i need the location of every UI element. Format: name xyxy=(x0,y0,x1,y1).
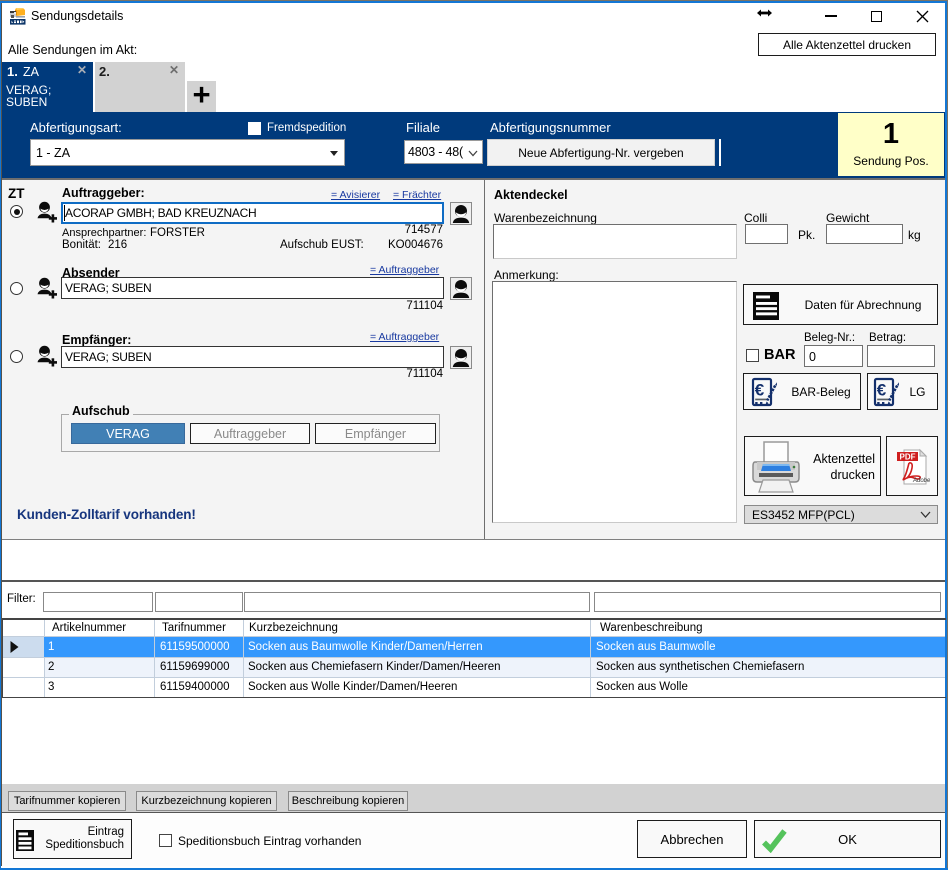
svg-text:PDF: PDF xyxy=(900,453,916,462)
svg-text:€: € xyxy=(877,381,887,400)
svg-text:€: € xyxy=(755,381,765,400)
svg-text:Adobe: Adobe xyxy=(912,478,930,484)
